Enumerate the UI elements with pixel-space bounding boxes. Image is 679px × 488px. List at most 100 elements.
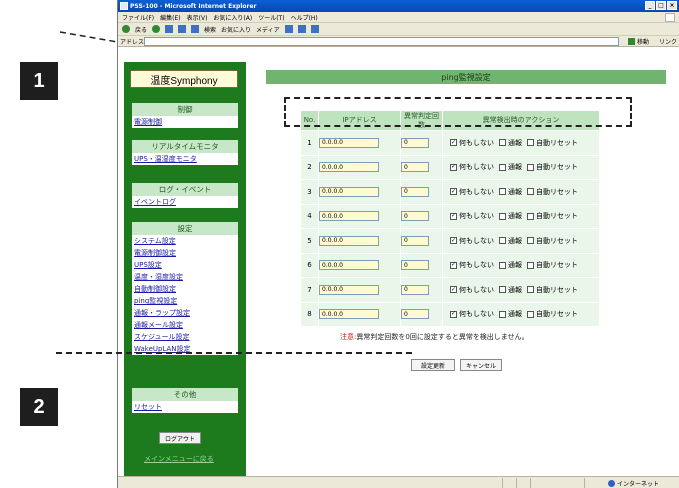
ip-address-input[interactable] [319,137,379,148]
sidebar-item-ups-settings[interactable]: UPS設定 [132,259,238,271]
ip-address-input[interactable] [319,211,379,222]
search-button[interactable]: 検索 [204,25,216,34]
row-number: 6 [300,252,319,278]
go-button[interactable]: 移動 [627,37,649,46]
sidebar-item-mail-settings[interactable]: 通報メール設定 [132,319,238,331]
sidebar-item-ping-settings[interactable]: ping監視設定 [132,295,238,307]
sidebar-item-ups-monitor[interactable]: UPS・温湿度モニタ [132,153,238,165]
home-icon[interactable] [191,25,200,33]
apply-settings-button[interactable]: 設定更新 [411,359,455,371]
ip-address-input[interactable] [319,235,379,246]
menu-tools[interactable]: ツール(T) [258,13,284,22]
refresh-icon[interactable] [178,25,187,33]
ip-cell [318,301,401,327]
fail-count-input[interactable] [401,260,429,271]
stop-icon[interactable] [165,25,174,33]
sidebar-item-system-settings[interactable]: システム設定 [132,235,238,247]
action-checkbox[interactable] [527,163,534,171]
sidebar-section-header: リアルタイムモニタ [132,140,238,153]
action-checkbox[interactable] [499,286,506,294]
forward-icon[interactable] [152,25,161,33]
action-cell: ✓ 何もしない 通報 自動リセット [442,301,600,327]
action-checkbox[interactable] [527,310,534,318]
close-button[interactable]: × [667,1,677,10]
ip-address-input[interactable] [319,186,379,197]
mail-icon[interactable] [297,25,306,33]
menu-view[interactable]: 表示(V) [187,13,208,22]
menu-help[interactable]: ヘルプ(H) [291,13,318,22]
ip-cell [318,228,401,254]
maximize-button[interactable]: □ [656,1,666,10]
page-title: ping監視設定 [266,70,666,84]
address-input[interactable] [144,37,619,46]
menu-favorites[interactable]: お気に入り(A) [213,13,252,22]
action-checkbox[interactable] [499,261,506,269]
action-checkbox[interactable]: ✓ [450,139,457,147]
action-checkbox[interactable] [499,139,506,147]
fail-count-input[interactable] [401,162,429,173]
callout-line-2 [56,352,412,354]
action-checkbox[interactable] [499,310,506,318]
status-divider [516,478,517,488]
count-cell [400,179,443,205]
menu-file[interactable]: ファイル(F) [122,13,154,22]
fail-count-input[interactable] [401,235,429,246]
back-icon[interactable] [122,25,130,33]
menu-edit[interactable]: 編集(E) [160,13,180,22]
ip-address-input[interactable] [319,284,379,295]
print-icon[interactable] [310,25,319,33]
sidebar-item-event-log[interactable]: イベントログ [132,196,238,208]
cancel-button[interactable]: キャンセル [460,359,502,371]
history-icon[interactable] [284,25,293,33]
action-checkbox[interactable] [527,188,534,196]
action-cell: ✓ 何もしない 通報 自動リセット [442,252,600,278]
action-checkbox[interactable] [527,139,534,147]
action-label: 何もしない [459,236,494,245]
fail-count-input[interactable] [401,211,429,222]
sidebar-item-schedule-settings[interactable]: スケジュール設定 [132,331,238,343]
action-checkbox[interactable]: ✓ [450,163,457,171]
action-checkbox[interactable]: ✓ [450,286,457,294]
action-checkbox[interactable] [527,237,534,245]
logout-button[interactable]: ログアウト [159,432,201,444]
action-checkbox[interactable] [499,237,506,245]
ip-address-input[interactable] [319,162,379,173]
ip-address-input[interactable] [319,260,379,271]
table-row: 2 ✓何もしない 通報 自動リセット [300,154,600,180]
main-menu-link[interactable]: メインメニューに戻る [144,454,214,464]
media-button[interactable]: メディア [256,25,280,34]
action-checkbox[interactable] [527,286,534,294]
ip-address-input[interactable] [319,309,379,320]
links-button[interactable]: リンク [659,37,677,46]
action-checkbox[interactable]: ✓ [450,310,457,318]
status-divider [584,478,585,488]
action-checkbox[interactable] [527,261,534,269]
sidebar-item-power-settings[interactable]: 電源制御設定 [132,247,238,259]
back-button[interactable]: 戻る [135,25,147,34]
action-checkbox[interactable] [499,163,506,171]
sidebar-section-log: ログ・イベント イベントログ [132,183,238,208]
action-checkbox[interactable] [527,212,534,220]
action-checkbox[interactable]: ✓ [450,237,457,245]
action-checkbox[interactable] [499,212,506,220]
ip-cell [318,154,401,180]
fail-count-input[interactable] [401,309,429,320]
sidebar-item-trap-settings[interactable]: 通報・ラップ設定 [132,307,238,319]
minimize-button[interactable]: _ [645,1,655,10]
fail-count-input[interactable] [401,137,429,148]
action-label: 何もしない [459,310,494,319]
ip-cell [318,179,401,205]
sidebar-item-reset[interactable]: リセット [132,401,238,413]
favorites-button[interactable]: お気に入り [221,25,251,34]
notice-label: 注意: [340,333,357,341]
sidebar-item-temp-humidity-settings[interactable]: 温度・湿度設定 [132,271,238,283]
action-checkbox[interactable] [499,188,506,196]
action-checkbox[interactable]: ✓ [450,261,457,269]
sidebar-item-power-control[interactable]: 電源制御 [132,116,238,128]
fail-count-input[interactable] [401,284,429,295]
action-checkbox[interactable]: ✓ [450,212,457,220]
action-label: 通報 [508,187,522,196]
action-checkbox[interactable]: ✓ [450,188,457,196]
fail-count-input[interactable] [401,186,429,197]
sidebar-item-auto-control-settings[interactable]: 自動制御設定 [132,283,238,295]
